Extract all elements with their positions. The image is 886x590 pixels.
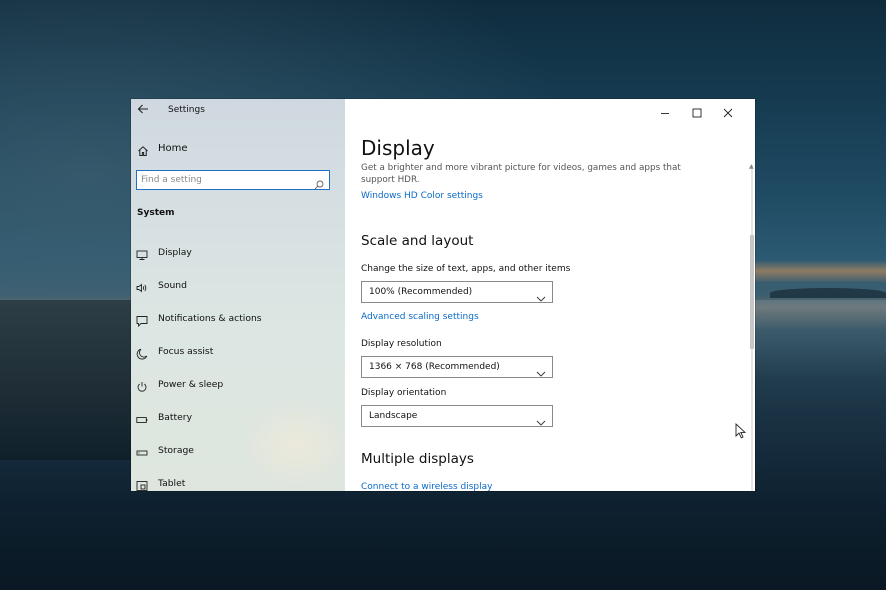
close-icon[interactable] [722,104,734,118]
sidebar-item-storage[interactable]: Storage [131,439,345,465]
search-icon[interactable] [314,175,324,190]
storage-icon [136,444,148,456]
section-title: System [137,208,175,218]
sidebar-item-power-sleep[interactable]: Power & sleep [131,373,345,399]
sidebar-item-sound[interactable]: Sound [131,274,345,300]
sidebar-item-label: Notifications & actions [158,313,262,324]
scroll-up-icon[interactable]: ▲ [749,163,754,170]
wallpaper-shore [0,300,131,460]
settings-window: Settings Home System Display Sound [131,99,755,491]
orientation-value: Landscape [369,411,418,421]
moon-icon [136,345,148,360]
monitor-icon [136,246,148,260]
orientation-label: Display orientation [361,388,447,398]
chevron-down-icon [536,288,546,302]
orientation-dropdown[interactable]: Landscape [361,405,553,427]
resolution-value: 1366 × 768 (Recommended) [369,362,500,372]
hdr-description-line: Get a brighter and more vibrant picture … [361,163,681,173]
hdr-description: Get a brighter and more vibrant picture … [361,162,681,186]
speaker-icon [136,279,148,293]
sidebar: Settings Home System Display Sound [131,99,351,491]
scale-value: 100% (Recommended) [369,287,473,297]
sidebar-item-label: Storage [158,445,194,456]
home-nav-item[interactable]: Home [131,139,345,161]
scale-dropdown[interactable]: 100% (Recommended) [361,281,553,303]
tablet-icon [136,477,148,491]
sidebar-item-tablet[interactable]: Tablet [131,472,345,491]
page-title: Display [361,136,435,160]
sidebar-item-label: Sound [158,280,187,291]
minimize-icon[interactable] [659,104,671,116]
window-controls [659,99,755,121]
home-label: Home [158,143,188,154]
back-arrow-icon[interactable] [137,103,151,117]
chevron-down-icon [536,412,546,426]
scrollbar[interactable]: ▲ [749,163,755,491]
home-icon [137,142,149,156]
wallpaper-island [770,288,886,298]
power-icon [136,378,148,392]
resolution-label: Display resolution [361,339,442,349]
sidebar-item-battery[interactable]: Battery [131,406,345,432]
app-title: Settings [168,105,205,115]
wireless-display-link[interactable]: Connect to a wireless display [361,482,492,491]
wallpaper-sea [755,300,886,380]
sidebar-item-notifications[interactable]: Notifications & actions [131,307,345,333]
notification-icon [136,312,148,328]
resolution-dropdown[interactable]: 1366 × 768 (Recommended) [361,356,553,378]
scroll-thumb[interactable] [750,235,754,349]
hd-color-settings-link[interactable]: Windows HD Color settings [361,191,483,201]
mouse-cursor-icon [735,422,747,439]
scale-layout-heading: Scale and layout [361,233,474,249]
title-bar: Settings [131,99,345,123]
sidebar-item-label: Power & sleep [158,379,224,390]
wallpaper-sunset [755,260,886,282]
search-box[interactable] [136,170,330,190]
search-input[interactable] [141,173,301,187]
advanced-scaling-link[interactable]: Advanced scaling settings [361,312,479,322]
maximize-icon[interactable] [691,104,703,118]
battery-icon [136,411,148,423]
sidebar-item-label: Display [158,247,192,258]
sidebar-item-focus-assist[interactable]: Focus assist [131,340,345,366]
chevron-down-icon [536,363,546,377]
main-content: Display Get a brighter and more vibrant … [345,99,755,491]
sidebar-item-label: Battery [158,412,193,423]
hdr-description-line: support HDR. [361,175,420,185]
scale-label: Change the size of text, apps, and other… [361,264,571,274]
multiple-displays-heading: Multiple displays [361,451,474,467]
sidebar-item-label: Tablet [158,478,186,489]
sidebar-item-display[interactable]: Display [131,241,345,267]
sidebar-item-label: Focus assist [158,346,214,357]
